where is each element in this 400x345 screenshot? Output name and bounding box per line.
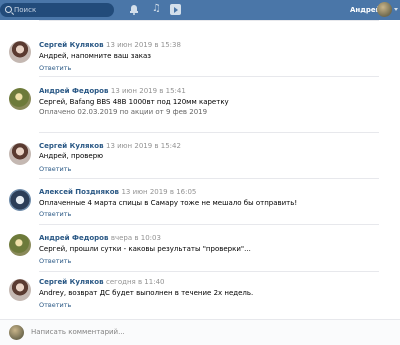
reply-button[interactable]: Ответить — [39, 301, 71, 309]
comment-avatar[interactable] — [9, 279, 31, 301]
comment-author[interactable]: Сергей Куляков — [39, 142, 104, 150]
comment-date[interactable]: сегодня в 11:40 — [106, 278, 165, 286]
comment-avatar[interactable] — [9, 143, 31, 165]
comment-date[interactable]: 13 июн 2019 в 15:41 — [111, 87, 186, 95]
reply-button[interactable]: Ответить — [39, 165, 71, 173]
divider — [39, 20, 379, 21]
avatar — [9, 325, 24, 340]
divider — [39, 178, 379, 179]
comment-text: Сергей, прошли сутки - каковы результаты… — [39, 245, 251, 253]
user-name[interactable]: Андрей — [350, 5, 381, 15]
chevron-down-icon[interactable] — [394, 8, 398, 11]
search-box[interactable]: Поиск — [0, 3, 114, 17]
comment-avatar[interactable] — [9, 41, 31, 63]
comment-text: Оплаченные 4 марта спицы в Самару тоже н… — [39, 199, 298, 207]
comment-text-extra: Оплачено 02.03.2019 по акции от 9 фев 20… — [39, 108, 208, 116]
comment-date[interactable]: 13 июн 2019 в 15:38 — [106, 41, 181, 49]
comment-author[interactable]: Сергей Куляков — [39, 41, 104, 49]
reply-button[interactable]: Ответить — [39, 257, 71, 265]
comment-text: Andrey, возврат ДС будет выполнен в тече… — [39, 289, 254, 297]
comment-text: Андрей, напомните ваш заказ — [39, 52, 151, 60]
comment-author[interactable]: Андрей Федоров — [39, 87, 108, 95]
divider — [39, 224, 379, 225]
comment-date[interactable]: 13 июн 2019 в 15:42 — [106, 142, 181, 150]
reply-button[interactable]: Ответить — [39, 210, 71, 218]
comment-author-line: Андрей Федоров 13 июн 2019 в 15:41 — [39, 87, 186, 96]
comment-date[interactable]: 13 июн 2019 в 16:05 — [121, 188, 196, 196]
comment-author-line: Алексей Поздняков 13 июн 2019 в 16:05 — [39, 188, 196, 197]
divider — [39, 132, 379, 133]
comment-author-line: Сергей Куляков 13 июн 2019 в 15:38 — [39, 41, 181, 50]
search-placeholder: Поиск — [14, 6, 37, 14]
comment-text: Сергей, Bafang BBS 48В 1000вт под 120мм … — [39, 98, 229, 106]
search-icon — [5, 6, 12, 13]
top-bar: Поиск ♫ Андрей — [0, 0, 400, 20]
comment-avatar[interactable] — [9, 189, 31, 211]
comments-panel: Сергей Куляков 13 июн 2019 в 15:38 Андре… — [0, 20, 400, 345]
comment-composer[interactable]: Написать комментарий... — [0, 319, 400, 345]
comment-avatar[interactable] — [9, 234, 31, 256]
comment-author-line: Сергей Куляков 13 июн 2019 в 15:42 — [39, 142, 181, 151]
divider — [39, 271, 379, 272]
comment-input[interactable]: Написать комментарий... — [31, 328, 125, 337]
avatar[interactable] — [377, 2, 392, 17]
comment-avatar[interactable] — [9, 88, 31, 110]
comment-author-line: Андрей Федоров вчера в 10:03 — [39, 234, 161, 243]
comment-author[interactable]: Андрей Федоров — [39, 234, 108, 242]
bell-icon[interactable] — [130, 5, 138, 15]
comment-author[interactable]: Сергей Куляков — [39, 278, 104, 286]
comment-author-line: Сергей Куляков сегодня в 11:40 — [39, 278, 164, 287]
music-icon[interactable]: ♫ — [152, 3, 161, 15]
comment-author[interactable]: Алексей Поздняков — [39, 188, 119, 196]
comment-text: Андрей, проверю — [39, 152, 104, 160]
comment-date[interactable]: вчера в 10:03 — [111, 234, 161, 242]
play-icon[interactable] — [170, 4, 181, 15]
reply-button[interactable]: Ответить — [39, 64, 71, 72]
divider — [39, 76, 379, 77]
